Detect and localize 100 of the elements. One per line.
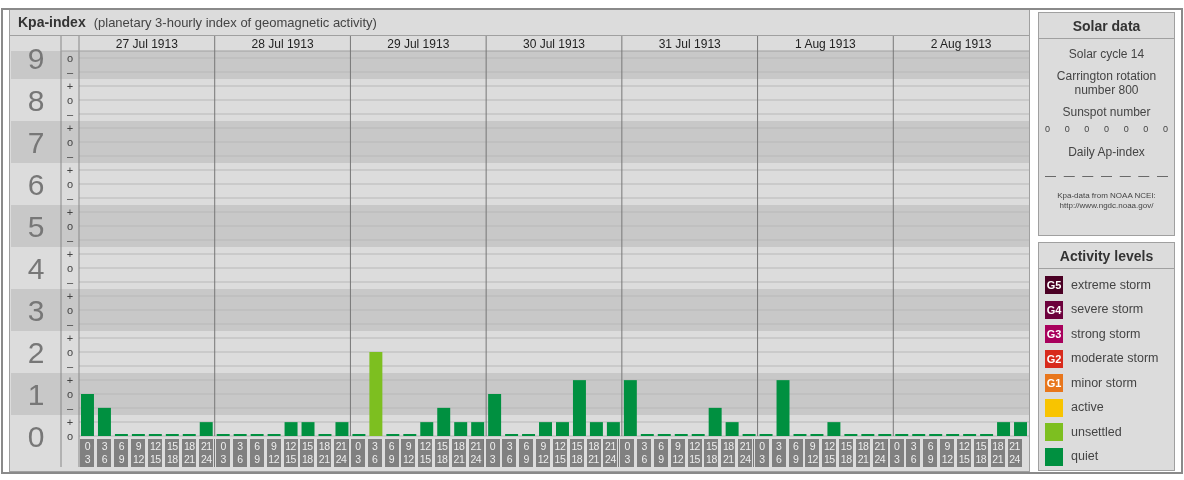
time-slot-label: 6 9 [114, 439, 129, 467]
scale-mark: + [66, 416, 74, 428]
scale-mark: – [66, 150, 74, 162]
time-slot-label: 9 12 [536, 439, 551, 467]
time-slot-label: 18 21 [721, 439, 736, 467]
scale-mark: o [66, 388, 74, 400]
time-slot-label: 12 15 [148, 439, 163, 467]
scale-mark: – [66, 108, 74, 120]
date-label: 28 Jul 1913 [251, 37, 314, 51]
level-label: 5 [27, 210, 45, 243]
source-url: http://www.ngdc.noaa.gov/ [1058, 201, 1155, 211]
data-source: Kpa-data from NOAA NCEI: [1056, 191, 1157, 201]
scale-mark: + [66, 332, 74, 344]
scale-mark: – [66, 402, 74, 414]
level-label: 6 [27, 168, 45, 201]
sunspot-value: 0 [1103, 123, 1109, 136]
time-slot-label: 3 6 [906, 439, 921, 467]
level-label: 0 [27, 420, 45, 453]
level-label: 7 [27, 126, 45, 159]
scale-mark: – [66, 66, 74, 78]
scale-mark: o [66, 304, 74, 316]
legend-swatch: G5 [1045, 276, 1063, 295]
scale-mark: o [66, 52, 74, 64]
time-slot-label: 15 18 [839, 439, 854, 467]
scale-mark: o [66, 94, 74, 106]
sunspot-value: 0 [1084, 123, 1090, 136]
level-label: 2 [27, 336, 45, 369]
sunspot-value: 0 [1045, 123, 1050, 136]
legend-label: unsettled [1071, 423, 1122, 441]
ap-index-value: — [1082, 167, 1094, 183]
time-slot-label: 9 12 [131, 439, 146, 467]
time-slot-label: 0 3 [620, 439, 635, 467]
level-label: 1 [27, 378, 45, 411]
time-slot-label: 6 9 [519, 439, 534, 467]
ap-index-value: — [1156, 167, 1168, 183]
scale-mark: – [66, 192, 74, 204]
chart-subtitle: (planetary 3-hourly index of geomagnetic activity) [93, 13, 377, 32]
scale-mark: + [66, 80, 74, 92]
legend-label: quiet [1071, 448, 1099, 466]
ap-index-value: — [1045, 167, 1056, 183]
sunspot-value: 0 [1162, 123, 1168, 136]
sunspot-value: 0 [1123, 123, 1129, 136]
time-slot-label: 3 6 [97, 439, 112, 467]
scale-mark: – [66, 276, 74, 288]
time-slot-label: 0 3 [216, 439, 231, 467]
legend-swatch: G1 [1045, 374, 1063, 393]
scale-mark: o [66, 430, 74, 442]
scale-mark: o [66, 136, 74, 148]
time-slot-label: 9 12 [401, 439, 416, 467]
level-label: 3 [27, 294, 45, 327]
ap-index-title: Daily Ap-index [1067, 144, 1146, 159]
sunspot-title: Sunspot number [1061, 105, 1152, 119]
solar-cycle: Solar cycle 14 [1067, 47, 1146, 61]
ap-index-value: — [1063, 167, 1075, 183]
scale-mark: o [66, 178, 74, 190]
legend-swatch: G2 [1045, 349, 1063, 368]
time-slot-label: 15 18 [165, 439, 180, 467]
time-slot-label: 15 18 [704, 439, 719, 467]
scale-mark: + [66, 290, 74, 302]
scale-mark: + [66, 248, 74, 260]
date-label: 31 Jul 1913 [658, 37, 721, 51]
date-label: 29 Jul 1913 [387, 37, 450, 51]
time-slot-label: 3 6 [637, 439, 652, 467]
date-label: 27 Jul 1913 [115, 37, 178, 51]
level-label: 9 [27, 42, 45, 75]
time-slot-label: 9 12 [940, 439, 955, 467]
time-slot-label: 15 18 [300, 439, 315, 467]
level-label: 4 [27, 252, 45, 285]
legend-label: severe storm [1071, 301, 1144, 319]
time-slot-label: 0 3 [80, 439, 95, 467]
scale-mark: – [66, 318, 74, 330]
time-slot-label: 6 9 [923, 439, 938, 467]
legend-label: minor storm [1071, 374, 1137, 392]
date-label: 30 Jul 1913 [522, 37, 586, 51]
scale-mark: o [66, 262, 74, 274]
time-slot-label: 21 24 [603, 439, 618, 467]
ap-index-value: — [1100, 167, 1112, 183]
legend-label: strong storm [1071, 325, 1141, 343]
sunspot-value: 0 [1064, 123, 1070, 136]
chart-title: Kpa-index [18, 13, 86, 32]
time-slot-label: 18 21 [182, 439, 197, 467]
time-slot-label: 21 24 [334, 439, 349, 467]
time-slot-label: 12 15 [418, 439, 433, 467]
legend-swatch: G4 [1045, 300, 1063, 319]
legend-label: active [1071, 399, 1104, 417]
legend-swatch: G3 [1045, 325, 1063, 344]
sunspot-value: 0 [1143, 123, 1149, 136]
time-slot-label: 3 6 [502, 439, 517, 467]
time-slot-label: 12 15 [957, 439, 971, 467]
scale-mark: + [66, 374, 74, 386]
ap-index-value: — [1119, 167, 1131, 183]
time-slot-label: 9 12 [805, 439, 820, 467]
scale-mark: + [66, 122, 74, 134]
legend-label: extreme storm [1071, 276, 1151, 294]
panel-title: Solar data [1039, 13, 1174, 39]
time-slot-label: 12 15 [822, 439, 837, 467]
level-label: 8 [27, 84, 45, 117]
scale-mark: + [66, 206, 74, 218]
date-label: 1 Aug 1913 [795, 37, 856, 51]
time-slot-label: 18 21 [856, 439, 870, 467]
